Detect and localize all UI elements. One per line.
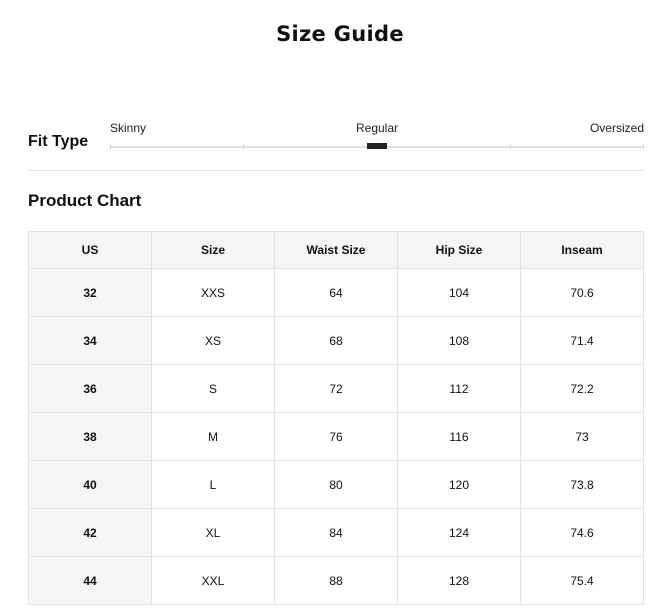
fit-type-label: Fit Type <box>28 133 89 150</box>
fit-track-tick <box>510 144 511 149</box>
fit-option-oversized: Oversized <box>589 121 644 135</box>
fit-type-scale: Skinny Regular Oversized <box>110 118 644 158</box>
fit-type-row: Fit Type Skinny Regular Oversized <box>28 118 644 171</box>
cell-inseam: 75.4 <box>520 556 644 605</box>
cell-waist-size: 64 <box>274 268 398 317</box>
cell-waist-size: 84 <box>274 508 398 557</box>
table-row: 36 S 72 112 72.2 <box>28 364 644 413</box>
cell-us: 38 <box>28 412 152 461</box>
cell-size: XL <box>151 508 275 557</box>
table-row: 44 XXL 88 128 75.4 <box>28 556 644 605</box>
column-header-hip-size: Hip Size <box>397 231 521 269</box>
fit-track-tick <box>643 144 644 149</box>
table-header-row: US Size Waist Size Hip Size Inseam <box>28 231 644 269</box>
page-title: Size Guide <box>276 22 404 46</box>
column-header-size: Size <box>151 231 275 269</box>
column-header-waist-size: Waist Size <box>274 231 398 269</box>
cell-inseam: 72.2 <box>520 364 644 413</box>
cell-us: 42 <box>28 508 152 557</box>
cell-size: M <box>151 412 275 461</box>
cell-hip-size: 124 <box>397 508 521 557</box>
cell-us: 40 <box>28 460 152 509</box>
cell-inseam: 74.6 <box>520 508 644 557</box>
column-header-inseam: Inseam <box>520 231 644 269</box>
cell-hip-size: 128 <box>397 556 521 605</box>
cell-inseam: 70.6 <box>520 268 644 317</box>
fit-track-tick <box>110 144 111 149</box>
cell-size: XXL <box>151 556 275 605</box>
table-row: 42 XL 84 124 74.6 <box>28 508 644 557</box>
cell-hip-size: 116 <box>397 412 521 461</box>
cell-us: 36 <box>28 364 152 413</box>
cell-us: 44 <box>28 556 152 605</box>
cell-size: S <box>151 364 275 413</box>
cell-hip-size: 108 <box>397 316 521 365</box>
cell-size: XXS <box>151 268 275 317</box>
cell-waist-size: 80 <box>274 460 398 509</box>
cell-waist-size: 76 <box>274 412 398 461</box>
product-chart-table: US Size Waist Size Hip Size Inseam 32 XX… <box>28 231 644 605</box>
table-row: 32 XXS 64 104 70.6 <box>28 268 644 317</box>
size-guide-page: Size Guide Fit Type Skinny Regular Overs… <box>0 0 663 616</box>
cell-inseam: 73.8 <box>520 460 644 509</box>
cell-us: 34 <box>28 316 152 365</box>
fit-type-marker <box>367 143 387 149</box>
fit-option-skinny: Skinny <box>110 121 147 135</box>
cell-us: 32 <box>28 268 152 317</box>
cell-size: L <box>151 460 275 509</box>
cell-waist-size: 68 <box>274 316 398 365</box>
cell-hip-size: 104 <box>397 268 521 317</box>
column-header-us: US <box>28 231 152 269</box>
table-row: 34 XS 68 108 71.4 <box>28 316 644 365</box>
cell-size: XS <box>151 316 275 365</box>
cell-inseam: 73 <box>520 412 644 461</box>
fit-track-tick <box>243 144 244 149</box>
fit-option-regular: Regular <box>355 121 399 135</box>
cell-hip-size: 112 <box>397 364 521 413</box>
product-chart-title: Product Chart <box>28 191 142 210</box>
cell-waist-size: 88 <box>274 556 398 605</box>
table-row: 38 M 76 116 73 <box>28 412 644 461</box>
cell-inseam: 71.4 <box>520 316 644 365</box>
cell-waist-size: 72 <box>274 364 398 413</box>
cell-hip-size: 120 <box>397 460 521 509</box>
table-row: 40 L 80 120 73.8 <box>28 460 644 509</box>
